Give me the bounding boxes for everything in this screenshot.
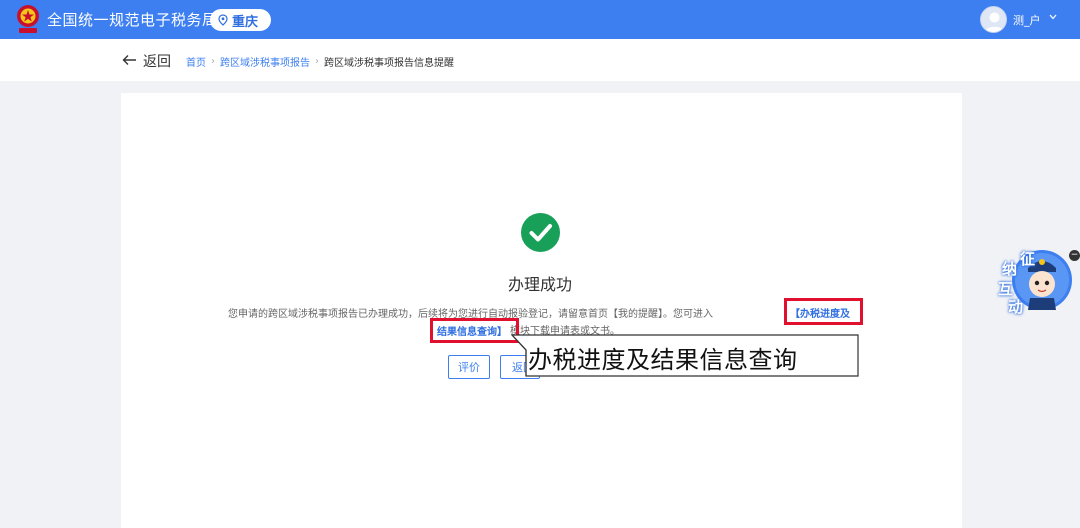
breadcrumb-current: 跨区域涉税事项报告信息提醒 [324, 58, 454, 69]
tax-emblem-icon [17, 5, 39, 33]
breadcrumb-separator: › [315, 56, 319, 67]
location-pin-icon [218, 14, 228, 26]
assistant-char: 动 [1008, 298, 1024, 316]
user-avatar[interactable] [980, 6, 1007, 33]
breadcrumb-separator: › [211, 56, 215, 67]
assistant-char: 纳 [1002, 260, 1018, 278]
region-selector[interactable]: 重庆 [210, 9, 271, 31]
chevron-down-icon[interactable] [1049, 14, 1057, 20]
callout-label: 办税进度及结果信息查询 [528, 346, 798, 374]
user-name[interactable]: 测_户 [1013, 12, 1041, 28]
rate-button[interactable]: 评价 [448, 355, 490, 379]
region-label: 重庆 [232, 14, 259, 30]
back-button[interactable]: 返回 [143, 51, 171, 71]
assistant-close-button[interactable]: − [1069, 250, 1080, 261]
breadcrumb-cross-region[interactable]: 跨区域涉税事项报告 [220, 54, 310, 69]
success-check-icon [521, 213, 560, 252]
success-title: 办理成功 [507, 275, 572, 294]
breadcrumb-home[interactable]: 首页 [186, 54, 206, 69]
back-arrow-icon[interactable] [122, 54, 137, 66]
user-icon [985, 12, 1004, 32]
breadcrumb-bar: 返回 首页 › 跨区域涉税事项报告 › 跨区域涉税事项报告信息提醒 [0, 39, 1080, 81]
site-title: 全国统一规范电子税务局 [47, 11, 218, 29]
top-header: 全国统一规范电子税务局 重庆 测_户 [0, 0, 1080, 39]
breadcrumb: 首页 › 跨区域涉税事项报告 › 跨区域涉税事项报告信息提醒 [186, 54, 454, 69]
assistant-char: 征 [1020, 250, 1036, 268]
